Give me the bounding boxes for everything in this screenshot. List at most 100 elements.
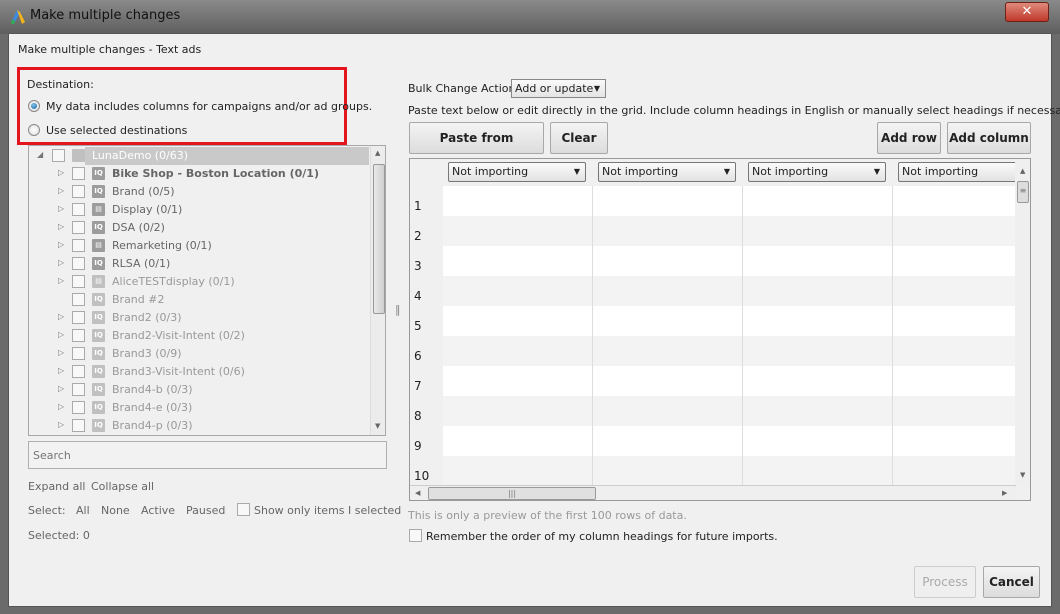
tree-checkbox[interactable] [72,239,85,252]
grid-cell[interactable] [743,246,893,276]
scrollbar-thumb[interactable]: ≡ [1017,181,1029,203]
grid-cell[interactable] [743,186,893,216]
tree-item-label[interactable]: Brand (0/5) [112,185,175,198]
expand-all-link[interactable]: Expand all [28,480,86,493]
grid-cell[interactable] [893,276,1030,306]
tree-checkbox[interactable] [72,329,85,342]
grid-cell[interactable] [443,396,593,426]
tree-item-label[interactable]: Remarketing (0/1) [112,239,212,252]
grid-cell[interactable] [893,366,1030,396]
scrollbar-thumb[interactable]: ||| [428,487,596,500]
grid-cell[interactable] [893,456,1030,486]
scroll-down-icon[interactable]: ▼ [375,422,380,430]
tree-checkbox[interactable] [52,149,65,162]
tree-checkbox[interactable] [72,401,85,414]
tree-checkbox[interactable] [72,383,85,396]
cancel-button[interactable]: Cancel [983,566,1040,598]
column-heading-select[interactable]: Not importing▼ [898,162,1030,182]
column-heading-select[interactable]: Not importing▼ [748,162,886,182]
tree-checkbox[interactable] [72,347,85,360]
tree-item-label[interactable]: Brand4-p (0/3) [112,419,193,432]
grid-cell[interactable] [893,306,1030,336]
grid-cell[interactable] [593,366,743,396]
grid-cell[interactable] [743,396,893,426]
grid-cell[interactable] [443,306,593,336]
grid-cell[interactable] [593,336,743,366]
expand-triangle-icon[interactable]: ▷ [58,402,64,411]
radio-data-includes-columns[interactable] [28,100,40,112]
grid-cell[interactable] [443,186,593,216]
tree-item-label[interactable]: Brand2-Visit-Intent (0/2) [112,329,245,342]
tree-item-label[interactable]: Brand4-b (0/3) [112,383,193,396]
expand-triangle-icon[interactable]: ▷ [58,312,64,321]
tree-item-label[interactable]: Brand2 (0/3) [112,311,182,324]
grid-cell[interactable] [593,306,743,336]
scroll-up-icon[interactable]: ▲ [1020,167,1025,175]
tree-item-label[interactable]: Brand3 (0/9) [112,347,182,360]
grid-cell[interactable] [893,246,1030,276]
clear-button[interactable]: Clear [550,122,608,154]
expand-triangle-icon[interactable]: ▷ [58,222,64,231]
scrollbar-thumb[interactable] [373,164,385,314]
select-paused-link[interactable]: Paused [186,504,225,517]
grid-cell[interactable] [743,336,893,366]
expand-triangle-icon[interactable]: ▷ [58,366,64,375]
radio-use-selected-destinations[interactable] [28,124,40,136]
grid-vertical-scrollbar[interactable]: ▲ ≡ ▼ [1015,159,1030,486]
tree-checkbox[interactable] [72,221,85,234]
tree-item-label[interactable]: Brand4-e (0/3) [112,401,192,414]
remember-order-checkbox[interactable] [409,529,422,542]
grid-cell[interactable] [593,396,743,426]
grid-cell[interactable] [893,396,1030,426]
splitter-handle[interactable]: ‖ [395,303,401,316]
grid-cell[interactable] [743,216,893,246]
grid-cell[interactable] [443,246,593,276]
collapse-all-link[interactable]: Collapse all [91,480,154,493]
grid-cell[interactable] [443,336,593,366]
expand-triangle-icon[interactable]: ▷ [58,348,64,357]
tree-checkbox[interactable] [72,203,85,216]
scroll-right-icon[interactable]: ▶ [1002,489,1007,497]
grid-cell[interactable] [893,426,1030,456]
grid-cell[interactable] [443,216,593,246]
tree-checkbox[interactable] [72,167,85,180]
tree-scrollbar[interactable]: ▲ ▼ [370,146,385,435]
grid-cell[interactable] [743,426,893,456]
expand-triangle-icon[interactable]: ▷ [58,258,64,267]
tree-checkbox[interactable] [72,365,85,378]
grid-cell[interactable] [743,276,893,306]
expand-triangle-icon[interactable]: ▷ [58,384,64,393]
grid-cell[interactable] [743,456,893,486]
grid-cell[interactable] [593,456,743,486]
expand-triangle-icon[interactable]: ▷ [58,186,64,195]
column-heading-select[interactable]: Not importing▼ [448,162,586,182]
grid-cell[interactable] [593,186,743,216]
grid-horizontal-scrollbar[interactable]: ◀ ||| ▶ [410,485,1016,500]
grid-cell[interactable] [743,306,893,336]
show-only-selected-checkbox[interactable] [237,503,250,516]
select-all-link[interactable]: All [76,504,90,517]
grid-cell[interactable] [593,426,743,456]
scroll-left-icon[interactable]: ◀ [415,489,420,497]
grid-cell[interactable] [593,276,743,306]
expand-triangle-icon[interactable]: ▷ [58,420,64,429]
paste-from-clipboard-button[interactable]: Paste from clipboard [409,122,544,175]
grid-cell[interactable] [443,366,593,396]
grid-cell[interactable] [593,246,743,276]
expand-triangle-icon[interactable]: ▷ [58,168,64,177]
tree-item-label[interactable]: Brand3-Visit-Intent (0/6) [112,365,245,378]
tree-item-label[interactable]: RLSA (0/1) [112,257,170,270]
expand-triangle-icon[interactable]: ▷ [58,276,64,285]
search-input[interactable] [28,441,387,469]
grid-cell[interactable] [893,336,1030,366]
close-button[interactable]: ✕ [1005,2,1049,22]
tree-checkbox[interactable] [72,311,85,324]
expand-triangle-icon[interactable]: ▷ [58,330,64,339]
tree-checkbox[interactable] [72,293,85,306]
scroll-up-icon[interactable]: ▲ [375,149,380,157]
tree-item-label[interactable]: Bike Shop - Boston Location (0/1) [112,167,319,180]
expand-triangle-icon[interactable]: ▷ [58,240,64,249]
grid-cell[interactable] [893,186,1030,216]
tree-checkbox[interactable] [72,257,85,270]
select-none-link[interactable]: None [101,504,130,517]
